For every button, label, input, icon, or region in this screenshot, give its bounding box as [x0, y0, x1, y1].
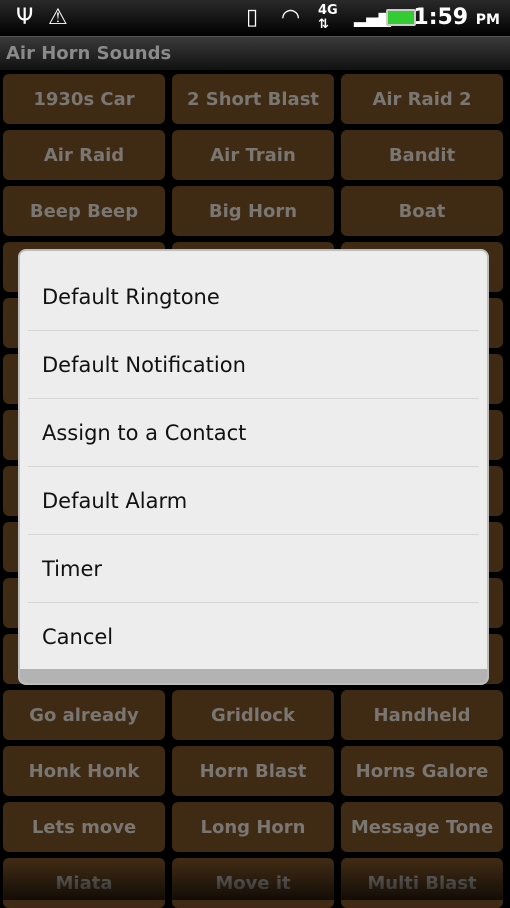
- app-title: Air Horn Sounds: [6, 43, 172, 64]
- sound-button[interactable]: Horn Blast: [172, 746, 334, 796]
- sound-button[interactable]: Long Horn: [172, 802, 334, 852]
- wifi-icon: ◠: [281, 5, 301, 30]
- sound-button[interactable]: Move it: [172, 858, 334, 908]
- clock-ampm: PM: [475, 12, 500, 28]
- sound-button[interactable]: Lets move: [3, 802, 165, 852]
- sound-button[interactable]: Gridlock: [172, 690, 334, 740]
- sound-button[interactable]: Honk Honk: [3, 746, 165, 796]
- sound-button[interactable]: Boat: [341, 186, 503, 236]
- ringtone-options-dialog: Default Ringtone Default Notification As…: [18, 249, 489, 685]
- sound-button[interactable]: Air Train: [172, 130, 334, 180]
- menu-item-default-ringtone[interactable]: Default Ringtone: [28, 263, 479, 331]
- sound-button[interactable]: 1930s Car: [3, 74, 165, 124]
- menu-item-cancel[interactable]: Cancel: [28, 603, 479, 671]
- usb-icon: Ψ: [16, 5, 34, 30]
- warning-icon: ⚠: [48, 5, 68, 30]
- 4g-icon: 4G ⇅: [318, 3, 338, 32]
- sound-button[interactable]: Miata: [3, 858, 165, 908]
- clock-time: 1:59: [413, 5, 469, 30]
- sound-button[interactable]: Beep Beep: [3, 186, 165, 236]
- vibrate-icon: ▯: [246, 5, 259, 30]
- sound-button[interactable]: Handheld: [341, 690, 503, 740]
- sound-button[interactable]: Air Raid 2: [341, 74, 503, 124]
- clock: 1:59 PM: [413, 5, 500, 30]
- sound-button[interactable]: Bandit: [341, 130, 503, 180]
- sound-button[interactable]: Air Raid: [3, 130, 165, 180]
- battery-charging-icon: [386, 9, 416, 26]
- sound-button[interactable]: Go already: [3, 690, 165, 740]
- menu-item-default-notification[interactable]: Default Notification: [28, 331, 479, 399]
- sound-button[interactable]: Message Tone: [341, 802, 503, 852]
- dialog-footer: [20, 669, 487, 683]
- sound-button[interactable]: Big Horn: [172, 186, 334, 236]
- menu-item-assign-contact[interactable]: Assign to a Contact: [28, 399, 479, 467]
- network-type: 4G: [318, 3, 338, 18]
- sound-button[interactable]: 2 Short Blast: [172, 74, 334, 124]
- sound-button[interactable]: Horns Galore: [341, 746, 503, 796]
- status-bar: Ψ ⚠ ▯ ◠ 4G ⇅ ▂▄▆ 1:59 PM: [0, 0, 510, 36]
- menu-item-timer[interactable]: Timer: [28, 535, 479, 603]
- menu-item-default-alarm[interactable]: Default Alarm: [28, 467, 479, 535]
- title-bar: Air Horn Sounds: [0, 36, 510, 70]
- sound-button[interactable]: Multi Blast: [341, 858, 503, 908]
